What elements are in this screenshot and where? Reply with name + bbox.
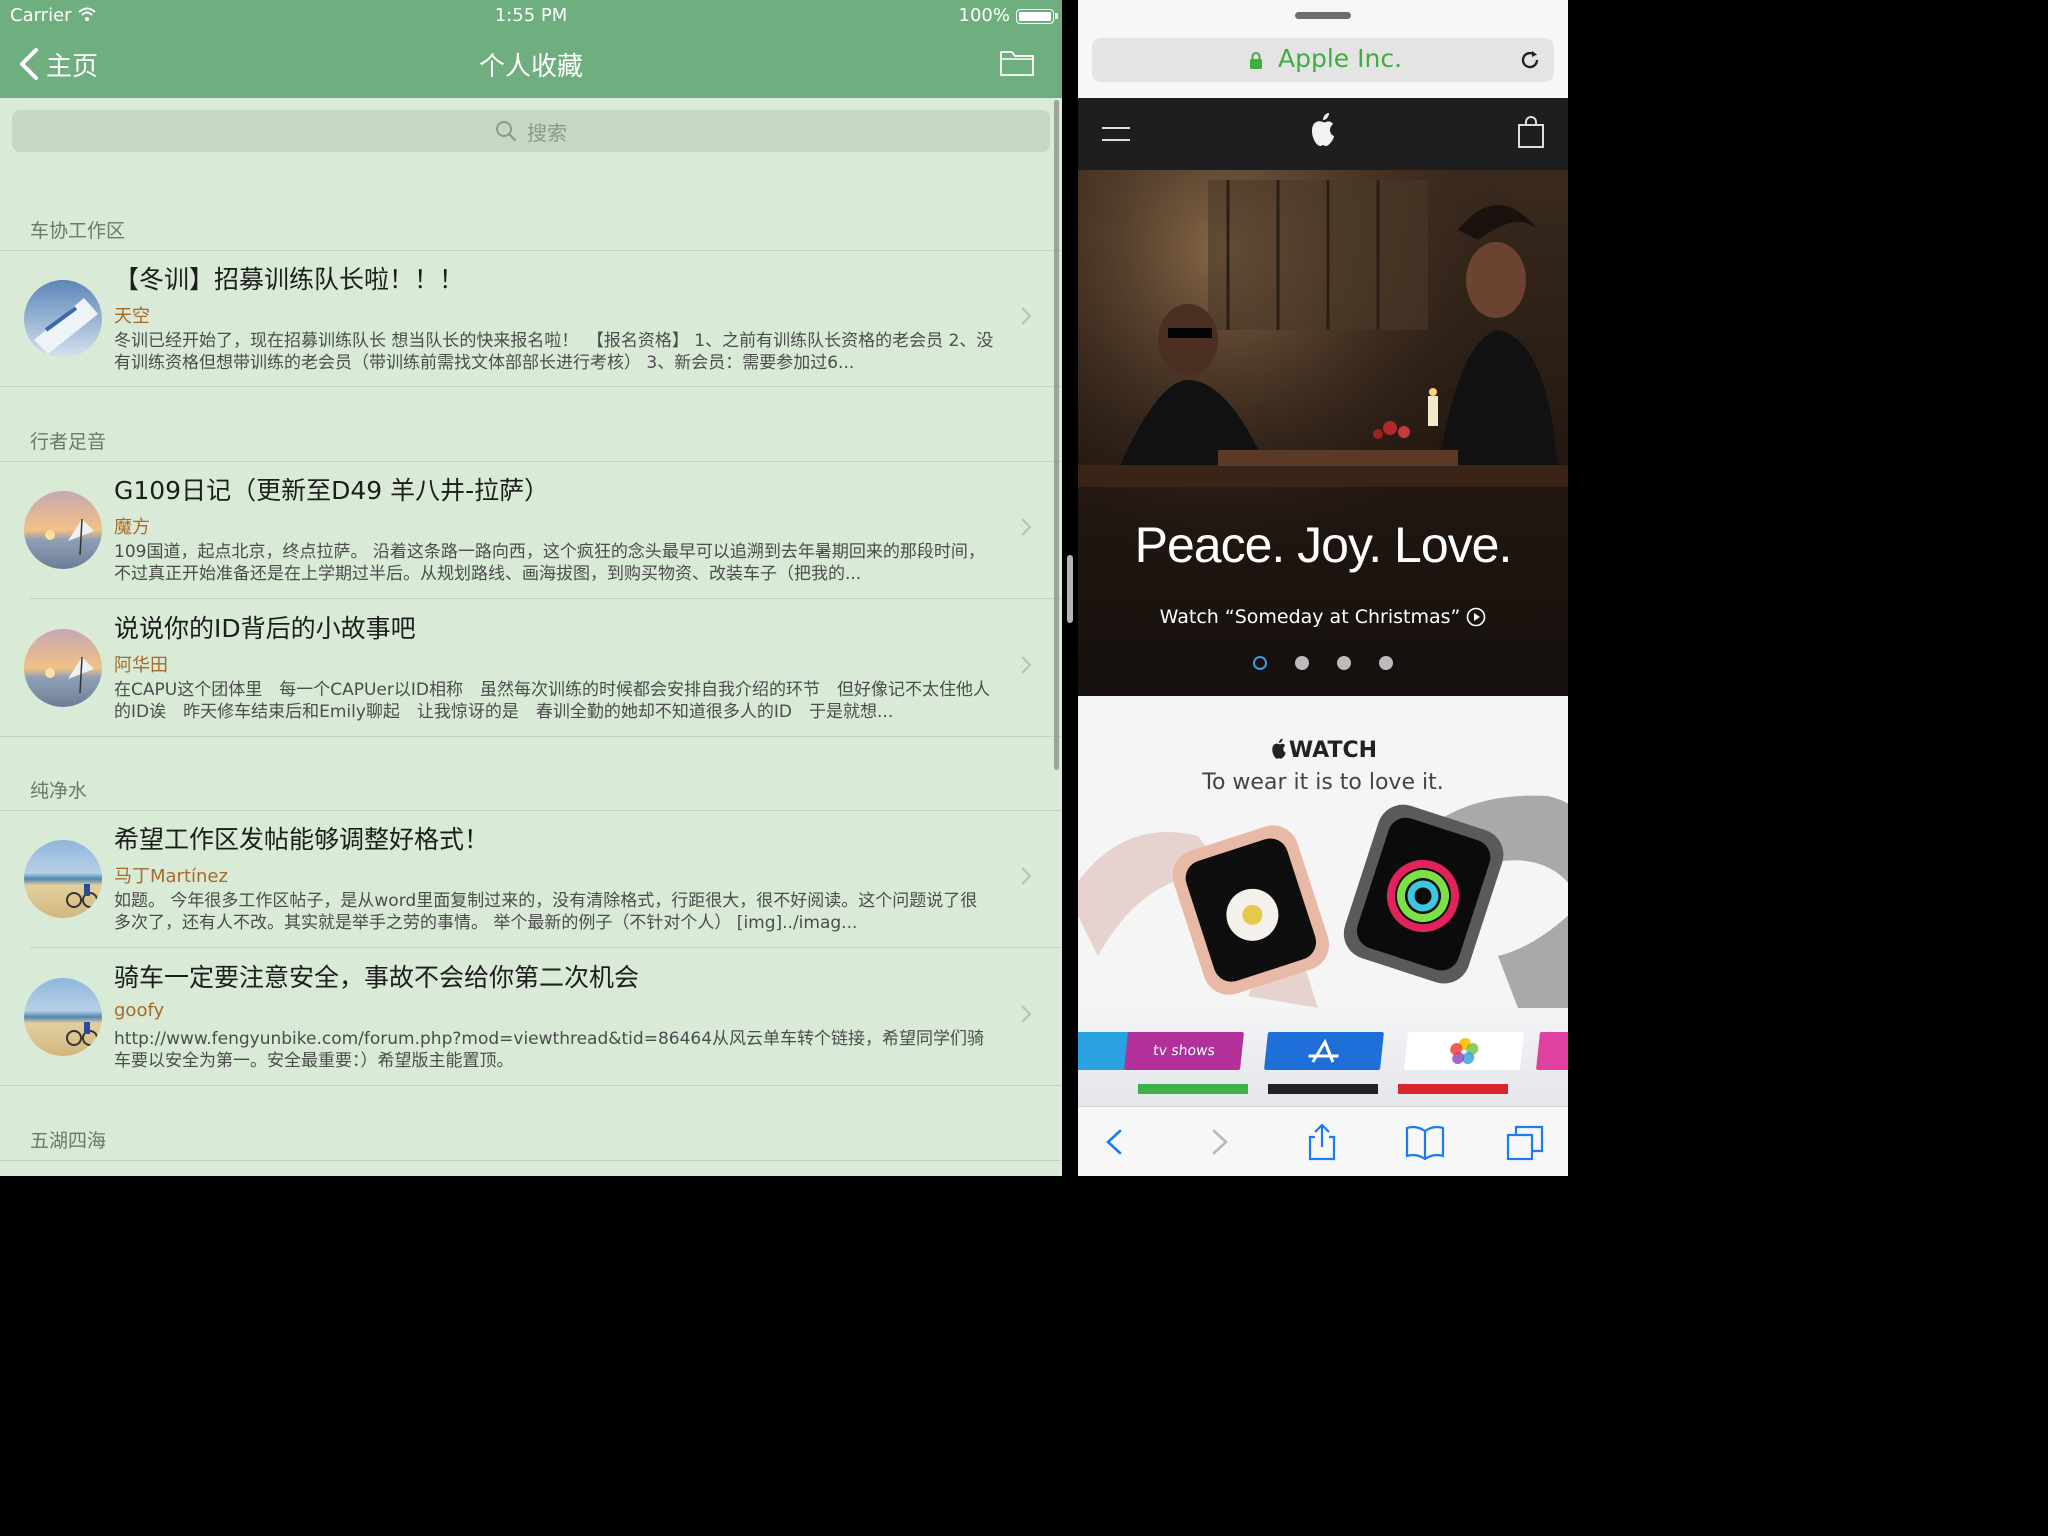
post-excerpt: http://www.fengyunbike.com/forum.php?mod… [114,1029,985,1071]
hamburger-menu-icon[interactable] [1102,126,1130,142]
apple-logo-icon[interactable] [1309,112,1337,148]
address-bar[interactable]: Apple Inc. [1092,38,1554,82]
avatar [24,491,102,569]
shelf-strip [1138,1084,1248,1094]
search-placeholder: 搜索 [527,120,567,145]
avatar [24,978,102,1056]
hero-link-label: Watch “Someday at Christmas” [1159,606,1461,628]
section-header: 车协工作区 [30,220,126,242]
divider [0,1085,1062,1086]
site-domain: Apple Inc. [1278,44,1403,73]
post-title: 骑车一定要注意安全，事故不会给你第二次机会 [114,963,640,992]
app-store-icon [1308,1038,1339,1063]
avatar [24,629,102,707]
scrollbar[interactable] [1054,100,1059,770]
split-view-handle[interactable] [1067,555,1073,623]
post-author: 阿华田 [114,655,168,676]
safari-toolbar [1078,1106,1568,1176]
section-header: 纯净水 [30,780,88,802]
chevron-right-icon [1021,1005,1032,1023]
chevron-right-icon [1021,867,1032,885]
post-author: 魔方 [114,517,150,538]
shelf-strip [1398,1084,1508,1094]
tv-promo[interactable]: tv showsiTunes [1078,1008,1568,1106]
post-excerpt: 在CAPU这个团体里 每一个CAPUer以ID相称 虽然每次训练的时候都会安排自… [114,680,990,722]
forward-icon[interactable] [1200,1123,1236,1161]
section-header: 五湖四海 [30,1130,107,1152]
post-author: 天空 [114,306,150,327]
list-item[interactable]: 说说你的ID背后的小故事吧 阿华田 在CAPU这个团体里 每一个CAPUer以I… [0,599,1062,735]
carousel-dot[interactable] [1337,656,1351,670]
post-author: 马丁Martínez [114,866,228,887]
post-title: G109日记（更新至D49 羊八井-拉萨） [114,476,550,505]
watch-promo[interactable]: WATCH To wear it is to love it. [1078,696,1568,1008]
search-icon [496,121,517,142]
page-title: 个人收藏 [478,52,583,82]
window-grabber[interactable] [1295,12,1351,19]
battery-icon [1016,9,1058,24]
divider [0,1160,1062,1161]
app-tile [1536,1032,1568,1070]
carousel-dot[interactable] [1295,656,1309,670]
list-item[interactable]: 【冬训】招募训练队长啦！！！ 天空 冬训已经开始了，现在招募训练队长 想当队长的… [0,250,1062,386]
battery-percent: 100% [958,5,1010,26]
tv-shows-label: tv shows [1152,1043,1216,1059]
post-excerpt: 109国道，起点北京，终点拉萨。 沿着这条路一路向西，这个疯狂的念头最早可以追溯… [114,542,985,584]
post-author: goofy [114,1000,165,1021]
split-view-divider [1062,0,1078,1176]
back-icon[interactable] [1098,1123,1134,1161]
clock: 1:55 PM [494,5,568,26]
search-bar[interactable]: 搜索 [12,110,1050,152]
chevron-right-icon [1021,307,1032,325]
post-title: 说说你的ID背后的小故事吧 [114,614,416,643]
photos-tile [1404,1032,1524,1070]
status-bar: Carrier 1:55 PM 100% [0,0,1062,32]
list-item[interactable]: G109日记（更新至D49 羊八井-拉萨） 魔方 109国道，起点北京，终点拉萨… [0,461,1062,597]
hero-headline: Peace. Joy. Love. [1134,517,1513,573]
hero-watch-link[interactable]: Watch “Someday at Christmas” [1078,606,1568,628]
folder-icon[interactable] [1000,48,1034,76]
post-excerpt: 冬训已经开始了，现在招募训练队长 想当队长的快来报名啦！ 【报名资格】 1、之前… [114,331,994,373]
chevron-right-icon [1021,518,1032,536]
chevron-right-icon [1021,656,1032,674]
post-excerpt: 如题。 今年很多工作区帖子，是从word里面复制过来的，没有清除格式，行距很大，… [114,891,978,933]
tabs-icon[interactable] [1506,1123,1546,1161]
safari-app: Apple Inc. Peace. Joy. Love. Watch “Some… [1078,0,1568,1176]
avatar [24,280,102,358]
shopping-bag-icon[interactable] [1518,116,1544,148]
divider [0,386,1062,387]
share-icon[interactable] [1304,1123,1340,1161]
lock-icon [1250,52,1262,69]
hero-banner[interactable]: Peace. Joy. Love. Watch “Someday at Chri… [1078,170,1568,696]
shelf-strip [1268,1084,1378,1094]
photos-icon [1450,1038,1479,1064]
post-title: 【冬训】招募训练队长啦！！！ [114,265,465,294]
section-header: 行者足音 [30,431,107,453]
carousel-dots [1078,656,1568,670]
list-item[interactable]: 骑车一定要注意安全，事故不会给你第二次机会 goofy http://www.f… [0,948,1062,1084]
safari-header: Apple Inc. [1078,0,1568,98]
favorites-app: 主页 个人收藏 Carrier 1:55 PM 100% 搜索 车协工作区 【冬… [0,0,1062,1176]
list-item[interactable]: 希望工作区发帖能够调整好格式！ 马丁Martínez 如题。 今年很多工作区帖子… [0,810,1062,946]
app-store-tile [1264,1032,1384,1070]
watch-product-image [1078,795,1568,1008]
divider [0,736,1062,737]
avatar [24,840,102,918]
carousel-dot[interactable] [1379,656,1393,670]
play-circle-icon [1467,607,1486,627]
carousel-dot[interactable] [1253,656,1267,670]
apple-site-nav [1078,98,1568,170]
post-title: 希望工作区发帖能够调整好格式！ [114,825,490,854]
tv-shows-tile: tv showsiTunes [1124,1032,1244,1070]
reload-icon[interactable] [1518,48,1542,72]
bookmarks-icon[interactable] [1404,1123,1446,1161]
